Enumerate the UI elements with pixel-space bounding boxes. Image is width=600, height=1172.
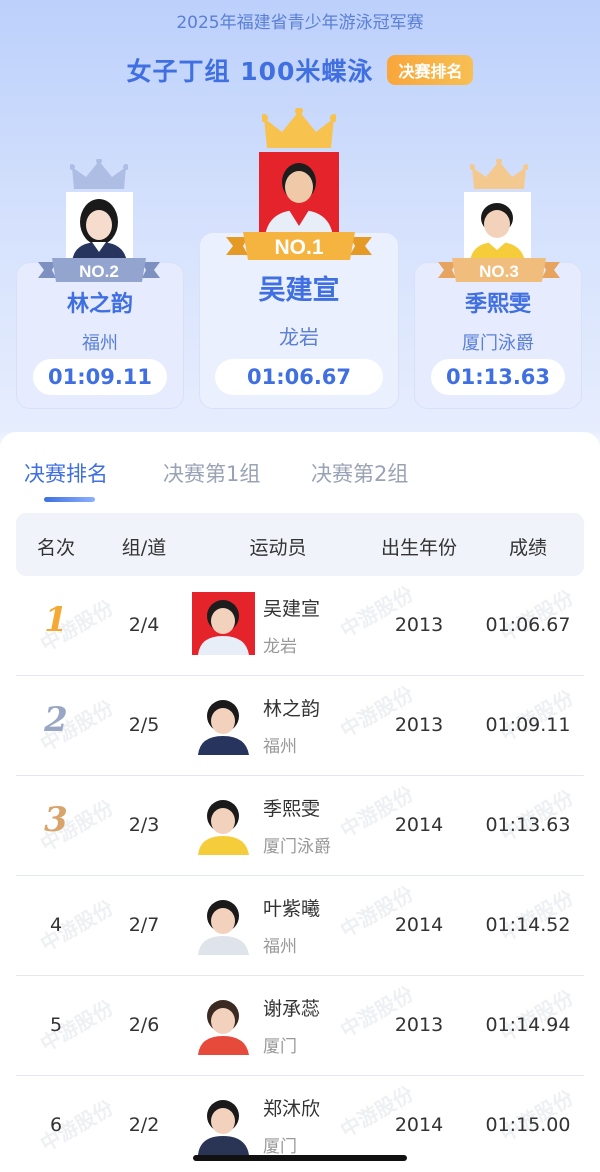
table-row[interactable]: 中游股份 中游股份 中游股份 5 2/6 谢承蕊 厦门 2013 01:14.94 bbox=[16, 976, 584, 1076]
podium-team-second: 福州 bbox=[82, 333, 118, 354]
birth-year-cell: 2014 bbox=[394, 814, 444, 836]
birth-year-cell: 2013 bbox=[394, 714, 444, 736]
podium-team-third: 厦门泳爵 bbox=[462, 333, 534, 354]
podium-name-third: 季熙雯 bbox=[464, 292, 531, 317]
crown-icon-first bbox=[262, 108, 336, 148]
place-label-second: NO.2 bbox=[79, 262, 119, 281]
ribbon-second: NO.2 bbox=[38, 258, 160, 282]
rank-number: 4 bbox=[49, 914, 63, 936]
athlete-name: 谢承蕊 bbox=[263, 998, 321, 1020]
time-cell: 01:14.52 bbox=[485, 914, 571, 936]
athlete-team: 厦门泳爵 bbox=[263, 837, 331, 857]
ribbon-third: NO.3 bbox=[438, 258, 560, 282]
table-row[interactable]: 中游股份 中游股份 中游股份 1 2/4 吴建宣 龙岩 2013 01:06.67 bbox=[16, 576, 584, 676]
watermark: 中游股份 bbox=[36, 895, 118, 957]
place-label-first: NO.1 bbox=[274, 236, 323, 259]
athlete-team: 福州 bbox=[263, 737, 297, 757]
avatar bbox=[192, 1092, 255, 1155]
crown-icon-second bbox=[70, 159, 128, 189]
podium-name-first: 吴建宣 bbox=[258, 275, 340, 306]
lane-cell: 2/7 bbox=[128, 914, 160, 936]
lane-cell: 2/6 bbox=[128, 1014, 160, 1036]
lane-cell: 2/5 bbox=[128, 714, 160, 736]
avatar bbox=[192, 692, 255, 755]
podium-photo-second bbox=[66, 192, 133, 262]
birth-year-cell: 2013 bbox=[394, 614, 444, 636]
rank-medal: 3 bbox=[44, 800, 68, 840]
time-cell: 01:09.11 bbox=[485, 714, 571, 736]
athlete-name: 郑沐欣 bbox=[263, 1098, 321, 1120]
header-time: 成绩 bbox=[508, 537, 548, 559]
home-indicator[interactable] bbox=[193, 1155, 407, 1161]
athlete-team: 龙岩 bbox=[263, 637, 297, 657]
podium-time-third: 01:13.63 bbox=[431, 359, 565, 395]
lane-cell: 2/3 bbox=[128, 814, 160, 836]
table-row[interactable]: 中游股份 中游股份 中游股份 4 2/7 叶紫曦 福州 2014 01:14.52 bbox=[16, 876, 584, 976]
athlete-name: 林之韵 bbox=[263, 698, 321, 720]
lane-cell: 2/2 bbox=[128, 1114, 160, 1136]
avatar bbox=[192, 592, 255, 655]
podium-photo-third bbox=[464, 192, 531, 262]
tab-final-group-2[interactable]: 决赛第2组 bbox=[311, 458, 408, 488]
header-rank: 名次 bbox=[36, 537, 76, 559]
watermark: 中游股份 bbox=[36, 1095, 118, 1157]
athlete-name: 吴建宣 bbox=[263, 598, 321, 620]
table-header: 名次 组/道 运动员 出生年份 成绩 bbox=[16, 513, 584, 576]
podium-name-second: 林之韵 bbox=[66, 292, 133, 317]
table-row[interactable]: 中游股份 中游股份 中游股份 2 2/5 林之韵 福州 2013 01:09.11 bbox=[16, 676, 584, 776]
lane-cell: 2/4 bbox=[128, 614, 160, 636]
place-label-third: NO.3 bbox=[479, 262, 519, 281]
table-row[interactable]: 中游股份 中游股份 中游股份 3 2/3 季熙雯 厦门泳爵 2014 01:13.63 bbox=[16, 776, 584, 876]
watermark: 中游股份 bbox=[36, 995, 118, 1057]
podium-photo-first bbox=[259, 152, 339, 236]
header-lane: 组/道 bbox=[121, 537, 167, 559]
ribbon-first: NO.1 bbox=[226, 232, 372, 260]
athlete-name: 季熙雯 bbox=[263, 798, 321, 820]
header-athlete: 运动员 bbox=[249, 537, 307, 559]
tab-final-ranking[interactable]: 决赛排名 bbox=[24, 458, 108, 488]
title-row: 女子丁组 100米蝶泳 决赛排名 bbox=[0, 52, 600, 88]
page-title: 女子丁组 100米蝶泳 bbox=[126, 57, 374, 86]
podium-time-second: 01:09.11 bbox=[33, 359, 167, 395]
tab-active-indicator bbox=[44, 497, 95, 502]
athlete-team: 厦门 bbox=[263, 1137, 297, 1157]
time-cell: 01:13.63 bbox=[485, 814, 571, 836]
athlete-team: 厦门 bbox=[263, 1037, 297, 1057]
avatar bbox=[192, 792, 255, 855]
tab-final-group-1[interactable]: 决赛第1组 bbox=[163, 458, 260, 488]
athlete-team: 福州 bbox=[263, 937, 297, 957]
athlete-name: 叶紫曦 bbox=[263, 898, 321, 920]
podium-time-first: 01:06.67 bbox=[215, 359, 383, 395]
avatar bbox=[192, 892, 255, 955]
ranking-badge: 决赛排名 bbox=[387, 55, 474, 85]
time-cell: 01:06.67 bbox=[485, 614, 571, 636]
event-name: 2025年福建省青少年游泳冠军赛 bbox=[176, 13, 424, 33]
header-birth-year: 出生年份 bbox=[380, 537, 458, 559]
birth-year-cell: 2014 bbox=[394, 1114, 444, 1136]
birth-year-cell: 2014 bbox=[394, 914, 444, 936]
crown-icon-third bbox=[470, 159, 528, 189]
time-cell: 01:14.94 bbox=[485, 1014, 571, 1036]
rank-medal: 2 bbox=[44, 700, 68, 740]
avatar bbox=[192, 992, 255, 1055]
rank-medal: 1 bbox=[44, 600, 68, 640]
rank-number: 5 bbox=[49, 1014, 63, 1036]
rank-number: 6 bbox=[49, 1114, 63, 1136]
podium-team-first: 龙岩 bbox=[279, 325, 319, 349]
time-cell: 01:15.00 bbox=[485, 1114, 571, 1136]
birth-year-cell: 2013 bbox=[394, 1014, 444, 1036]
